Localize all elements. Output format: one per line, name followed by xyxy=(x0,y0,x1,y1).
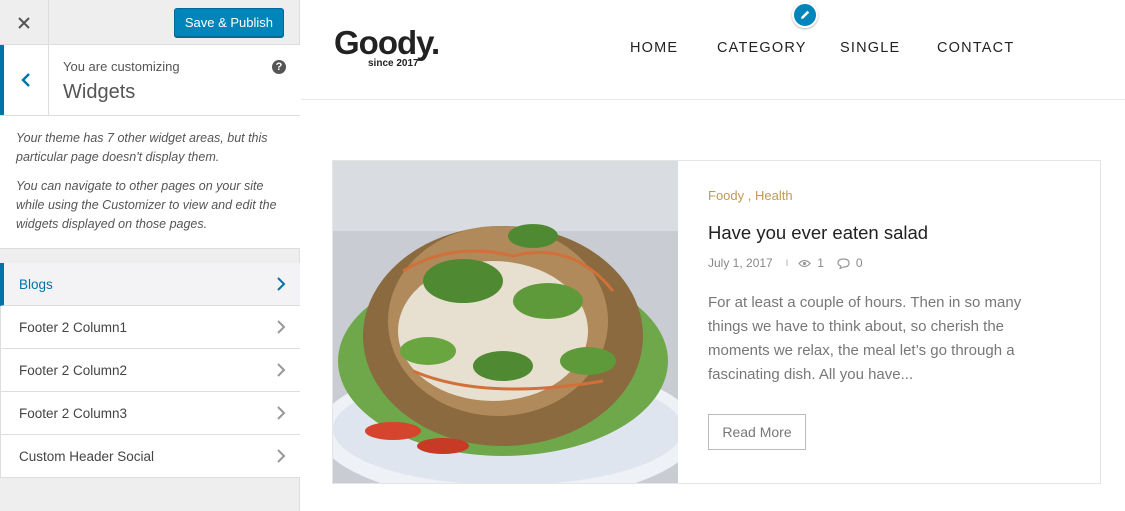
close-customizer-button[interactable] xyxy=(0,0,49,45)
post-date: July 1, 2017 xyxy=(708,256,773,270)
widget-area-blogs[interactable]: Blogs xyxy=(0,263,300,306)
nav-single[interactable]: SINGLE xyxy=(840,40,900,56)
edit-shortcut-button[interactable] xyxy=(792,2,818,28)
post-excerpt: For at least a couple of hours. Then in … xyxy=(708,294,1022,383)
section-title-panel: You are customizing Widgets ? xyxy=(0,45,300,116)
widget-area-list: Blogs Footer 2 Column1 Footer 2 Column2 … xyxy=(0,263,300,478)
widget-area-label: Custom Header Social xyxy=(19,449,155,464)
nav-home[interactable]: HOME xyxy=(630,40,678,56)
post-meta: July 1, 2017 I 1 0 xyxy=(708,256,863,270)
comment-icon xyxy=(837,257,850,269)
widget-area-label: Footer 2 Column1 xyxy=(19,320,128,335)
site-header: Goody. since 2017 HOME CATEGORY SINGLE C… xyxy=(301,0,1125,100)
back-button[interactable] xyxy=(0,45,49,115)
pencil-icon xyxy=(801,10,810,19)
widget-areas-notice: Your theme has 7 other widget areas, but… xyxy=(0,116,300,249)
save-publish-button[interactable]: Save & Publish xyxy=(173,8,284,37)
post-body: Foody , Health Have you ever eaten salad… xyxy=(708,161,1068,483)
customizer-header: Save & Publish xyxy=(0,0,299,45)
post-views: 1 xyxy=(817,256,824,270)
notice-paragraph: Your theme has 7 other widget areas, but… xyxy=(16,131,268,164)
post-categories: Foody , Health xyxy=(708,188,793,203)
widget-area-footer-2-column1[interactable]: Footer 2 Column1 xyxy=(0,306,300,349)
notice-paragraph: You can navigate to other pages on your … xyxy=(16,179,277,231)
meta-separator: I xyxy=(785,258,789,268)
site-logo[interactable]: Goody. xyxy=(334,26,440,60)
category-link[interactable]: Health xyxy=(755,188,793,203)
eye-icon xyxy=(798,259,812,267)
category-link[interactable]: Foody xyxy=(708,188,744,203)
post-card: Foody , Health Have you ever eaten salad… xyxy=(332,160,1101,484)
widget-area-label: Blogs xyxy=(19,277,53,292)
salad-image xyxy=(333,161,678,483)
chevron-right-icon xyxy=(277,363,286,377)
chevron-right-icon xyxy=(277,277,286,291)
site-preview: Goody. since 2017 HOME CATEGORY SINGLE C… xyxy=(301,0,1125,511)
post-featured-image[interactable] xyxy=(333,161,678,483)
post-title[interactable]: Have you ever eaten salad xyxy=(708,222,928,244)
widget-area-custom-header-social[interactable]: Custom Header Social xyxy=(0,435,300,478)
widget-area-label: Footer 2 Column2 xyxy=(19,363,128,378)
close-icon xyxy=(18,16,30,29)
read-more-button[interactable]: Read More xyxy=(708,414,806,450)
nav-contact[interactable]: CONTACT xyxy=(937,40,1014,56)
help-icon[interactable]: ? xyxy=(272,60,286,74)
post-comments: 0 xyxy=(855,256,863,270)
chevron-left-icon xyxy=(21,73,30,87)
section-title: Widgets xyxy=(63,81,136,103)
chevron-right-icon xyxy=(277,406,286,420)
widget-area-label: Footer 2 Column3 xyxy=(19,406,128,421)
chevron-right-icon xyxy=(277,320,286,334)
customizing-label: You are customizing xyxy=(63,59,180,74)
chevron-right-icon xyxy=(277,449,286,463)
widget-area-footer-2-column2[interactable]: Footer 2 Column2 xyxy=(0,349,300,392)
widget-area-footer-2-column3[interactable]: Footer 2 Column3 xyxy=(0,392,300,435)
customizer-sidebar: Save & Publish You are customizing Widge… xyxy=(0,0,300,511)
nav-category[interactable]: CATEGORY xyxy=(717,40,807,56)
site-logo-tagline: since 2017 xyxy=(368,58,419,69)
